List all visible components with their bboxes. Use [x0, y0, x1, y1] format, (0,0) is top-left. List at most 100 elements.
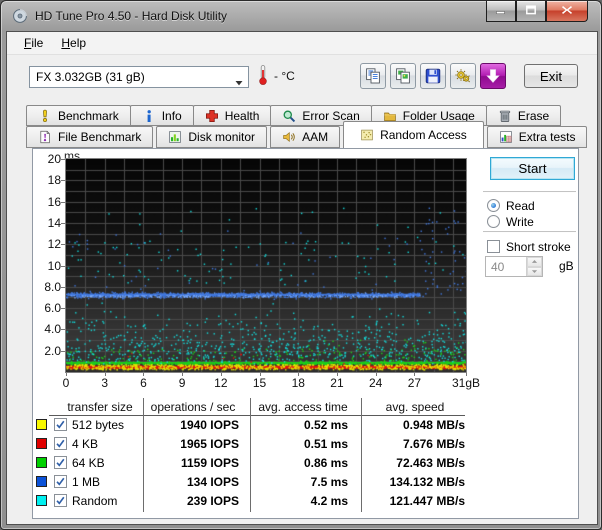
access-time-value: 0.51 ms [258, 437, 348, 451]
series-label: 64 KB [72, 456, 105, 470]
table-row: 1 MB134 IOPS7.5 ms134.132 MB/s [33, 472, 473, 491]
y-tick-mark [61, 223, 65, 224]
series-checkbox[interactable] [54, 456, 67, 469]
window-title: HD Tune Pro 4.50 - Hard Disk Utility [35, 9, 227, 23]
tab-disk-monitor[interactable]: Disk monitor [156, 126, 267, 148]
drive-select-value: FX 3.032GB (31 gB) [36, 70, 145, 84]
iops-value: 1940 IOPS [149, 418, 239, 432]
x-tick-mark [182, 373, 183, 376]
short-stroke-row[interactable]: Short stroke [487, 239, 571, 254]
thermometer-icon [258, 64, 268, 86]
series-checkbox[interactable] [54, 418, 67, 431]
trash-icon [498, 109, 512, 123]
y-tick-mark [61, 266, 65, 267]
series-label: Random [72, 494, 117, 508]
chevron-down-icon [235, 75, 243, 81]
toolbar: FX 3.032GB (31 gB) - °C Exit [7, 56, 597, 100]
tab-label: File Benchmark [58, 130, 141, 144]
capture-button[interactable] [480, 63, 506, 89]
short-stroke-label: Short stroke [506, 240, 571, 254]
y-tick-mark [61, 308, 65, 309]
x-tick-label: 9 [160, 376, 204, 390]
copy-image-button[interactable] [390, 63, 416, 89]
minimize-button[interactable] [486, 1, 516, 22]
tab-file-benchmark[interactable]: File Benchmark [26, 126, 153, 148]
avg-speed-value: 0.948 MB/s [363, 418, 465, 432]
series-label: 1 MB [72, 475, 100, 489]
x-tick-mark [260, 373, 261, 376]
down-arrow-icon [484, 67, 502, 85]
x-tick-label: 27 [392, 376, 436, 390]
menu-item-help[interactable]: Help [52, 33, 95, 53]
short-stroke-size-spinner[interactable]: 40 [485, 256, 543, 277]
spin-down-button[interactable] [527, 267, 542, 277]
read-radio-row[interactable]: Read [487, 198, 535, 213]
access-time-value: 7.5 ms [258, 475, 348, 489]
write-radio[interactable] [487, 215, 500, 228]
table-row: 64 KB1159 IOPS0.86 ms72.463 MB/s [33, 453, 473, 472]
access-time-value: 0.86 ms [258, 456, 348, 470]
tab-aam[interactable]: AAM [270, 126, 340, 148]
tab-random-access[interactable]: Random Access [343, 121, 484, 148]
y-tick-mark [61, 202, 65, 203]
short-stroke-checkbox[interactable] [487, 240, 500, 253]
read-radio-label: Read [506, 199, 535, 213]
app-icon [12, 8, 28, 24]
y-tick-label: 10 [35, 258, 61, 274]
start-button[interactable]: Start [490, 157, 575, 180]
y-tick-mark [61, 244, 65, 245]
close-icon [561, 4, 573, 18]
access-time-value: 0.52 ms [258, 418, 348, 432]
y-tick-label: 20 [35, 151, 61, 167]
gears-icon [454, 67, 472, 85]
y-tick-label: 4.0 [35, 321, 61, 337]
y-tick-label: 16 [35, 194, 61, 210]
iops-value: 1159 IOPS [149, 456, 239, 470]
titlebar: HD Tune Pro 4.50 - Hard Disk Utility [1, 1, 601, 31]
x-tick-label: 3 [83, 376, 127, 390]
options-button[interactable] [450, 63, 476, 89]
tab-erase[interactable]: Erase [486, 105, 561, 126]
series-color-swatch [36, 476, 47, 487]
save-button[interactable] [420, 63, 446, 89]
y-tick-label: 8.0 [35, 279, 61, 295]
tab-extra-tests[interactable]: Extra tests [487, 126, 588, 148]
column-header: operations / sec [138, 400, 248, 414]
tab-health[interactable]: Health [193, 105, 272, 126]
column-header: avg. speed [360, 400, 470, 414]
tab-info[interactable]: Info [130, 105, 194, 126]
series-checkbox[interactable] [54, 475, 67, 488]
tab-benchmark[interactable]: Benchmark [26, 105, 131, 126]
x-tick-mark [143, 373, 144, 376]
spin-up-button[interactable] [527, 257, 542, 267]
tab-row-2: File Benchmark Disk monitor AAM Random Acce… [26, 126, 587, 148]
drive-select-combobox[interactable]: FX 3.032GB (31 gB) [29, 66, 249, 88]
file-exclaim-icon [38, 130, 52, 144]
series-checkbox[interactable] [54, 494, 67, 507]
series-color-swatch [36, 457, 47, 468]
maximize-button[interactable] [516, 1, 546, 22]
read-radio[interactable] [487, 199, 500, 212]
tab-label: Info [162, 109, 182, 123]
avg-speed-value: 7.676 MB/s [363, 437, 465, 451]
exit-button[interactable]: Exit [524, 64, 578, 88]
close-button[interactable] [546, 1, 588, 22]
series-color-swatch [36, 419, 47, 430]
x-tick-label: 12 [199, 376, 243, 390]
series-label: 512 bytes [72, 418, 124, 432]
copy-icon [364, 67, 382, 85]
tab-label: Random Access [380, 128, 467, 142]
series-checkbox[interactable] [54, 437, 67, 450]
menu-item-file[interactable]: File [15, 33, 52, 53]
copy-img-icon [394, 67, 412, 85]
tab-label: Disk monitor [188, 130, 255, 144]
x-tick-label: 6 [121, 376, 165, 390]
x-tick-mark [66, 373, 67, 376]
table-row: 4 KB1965 IOPS0.51 ms7.676 MB/s [33, 434, 473, 453]
y-tick-mark [61, 287, 65, 288]
write-radio-row[interactable]: Write [487, 214, 534, 229]
copy-text-button[interactable] [360, 63, 386, 89]
y-tick-mark [61, 180, 65, 181]
short-stroke-size-value: 40 [486, 257, 526, 276]
app-window: HD Tune Pro 4.50 - Hard Disk Utility Fil… [0, 0, 602, 530]
